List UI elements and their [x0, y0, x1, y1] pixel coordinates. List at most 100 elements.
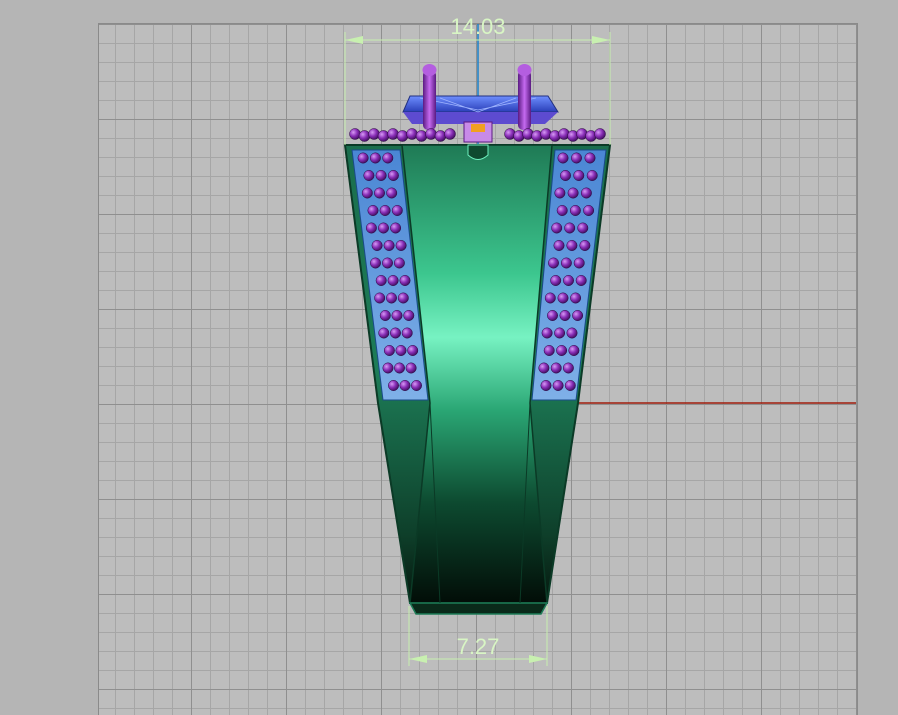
viewport[interactable]: 14.03 7.27	[0, 0, 898, 715]
model-scene[interactable]: 14.03 7.27	[0, 0, 898, 714]
stone-icon	[568, 345, 580, 356]
stone-icon	[390, 327, 401, 339]
stone-icon	[365, 222, 377, 234]
stone-icon	[394, 362, 405, 374]
stone-icon	[411, 380, 422, 391]
stone-icon	[371, 240, 383, 251]
stone-icon	[583, 205, 595, 216]
stone-icon	[560, 170, 571, 181]
stone-icon	[361, 187, 373, 199]
stone-icon	[559, 310, 571, 321]
stone-icon	[374, 187, 385, 199]
stone-icon	[368, 128, 380, 140]
stone-icon	[382, 152, 394, 164]
stone-icon	[554, 327, 566, 339]
stone-icon	[434, 130, 447, 142]
stone-icon	[541, 327, 553, 339]
stone-icon	[378, 327, 390, 339]
stone-icon	[562, 362, 574, 374]
prong-icon	[517, 64, 532, 130]
setting-notch	[467, 144, 489, 160]
stone-icon	[383, 240, 395, 251]
stone-icon	[387, 170, 399, 181]
stone-icon	[540, 380, 552, 391]
dimension-top-value: 14.03	[450, 14, 505, 39]
stone-icon	[552, 380, 564, 391]
stone-icon	[358, 130, 371, 142]
stone-icon	[444, 128, 456, 140]
stone-icon	[569, 205, 581, 216]
stone-icon	[387, 128, 399, 140]
stone-icon	[383, 345, 395, 356]
stone-icon	[388, 380, 399, 391]
dimension-bottom[interactable]: 7.27	[408, 606, 548, 666]
stone-icon	[573, 257, 585, 269]
stone-icon	[403, 310, 415, 321]
prong-icon	[422, 64, 437, 130]
dimension-bottom-value: 7.27	[457, 634, 500, 659]
stone-icon	[579, 240, 591, 251]
stone-icon	[407, 345, 419, 356]
stone-icon	[393, 257, 405, 269]
stone-icon	[397, 292, 409, 304]
stone-icon	[379, 310, 391, 321]
stone-icon	[571, 152, 582, 164]
stone-icon	[375, 275, 387, 286]
stone-icon	[594, 128, 606, 140]
dim-bottom-arrow-right	[529, 655, 547, 663]
stone-icon	[556, 205, 568, 216]
setting-accent	[471, 124, 485, 132]
stone-icon	[553, 240, 565, 251]
stone-icon	[395, 345, 407, 356]
stone-icon	[415, 130, 428, 142]
stone-icon	[580, 187, 592, 199]
stone-icon	[564, 380, 576, 391]
stone-icon	[349, 128, 361, 140]
dim-bottom-arrow-left	[409, 655, 427, 663]
stone-icon	[382, 362, 394, 374]
stone-icon	[363, 170, 375, 181]
ring-body[interactable]	[343, 144, 612, 615]
stone-icon	[554, 187, 566, 199]
stone-icon	[399, 380, 411, 391]
stone-icon	[575, 275, 587, 286]
stone-icon	[405, 362, 417, 374]
stone-icon	[401, 327, 413, 339]
dim-top-arrow-left	[345, 36, 363, 44]
stone-icon	[369, 152, 381, 164]
stone-icon	[386, 292, 397, 304]
ring-bottom-band	[408, 602, 549, 615]
stone-icon	[564, 222, 576, 234]
stone-icon	[370, 257, 381, 269]
stone-icon	[551, 222, 563, 234]
stone-icon	[570, 292, 582, 304]
stone-icon	[550, 275, 562, 286]
stone-icon	[374, 292, 386, 304]
stone-icon	[391, 310, 403, 321]
stone-icon	[566, 240, 578, 251]
stone-icon	[379, 205, 391, 216]
stone-icon	[572, 310, 584, 321]
stone-icon	[390, 222, 402, 234]
stone-icon	[377, 130, 390, 142]
stone-icon	[563, 275, 574, 286]
stone-icon	[543, 345, 555, 356]
stone-icon	[396, 130, 409, 142]
stone-icon	[399, 275, 411, 286]
stone-icon	[382, 257, 393, 269]
stone-icon	[378, 222, 389, 234]
stone-icon	[538, 362, 550, 374]
stone-icon	[573, 170, 585, 181]
stone-icon	[357, 152, 369, 164]
stone-icon	[567, 187, 579, 199]
stone-icon	[550, 362, 562, 374]
stone-icon	[547, 310, 558, 321]
stone-icon	[375, 170, 387, 181]
dim-top-arrow-right	[592, 36, 610, 44]
stone-icon	[391, 205, 403, 216]
stone-icon	[548, 257, 559, 269]
stone-icon	[425, 128, 437, 140]
stone-icon	[386, 187, 398, 199]
stone-icon	[395, 240, 407, 251]
stone-icon	[557, 292, 569, 304]
